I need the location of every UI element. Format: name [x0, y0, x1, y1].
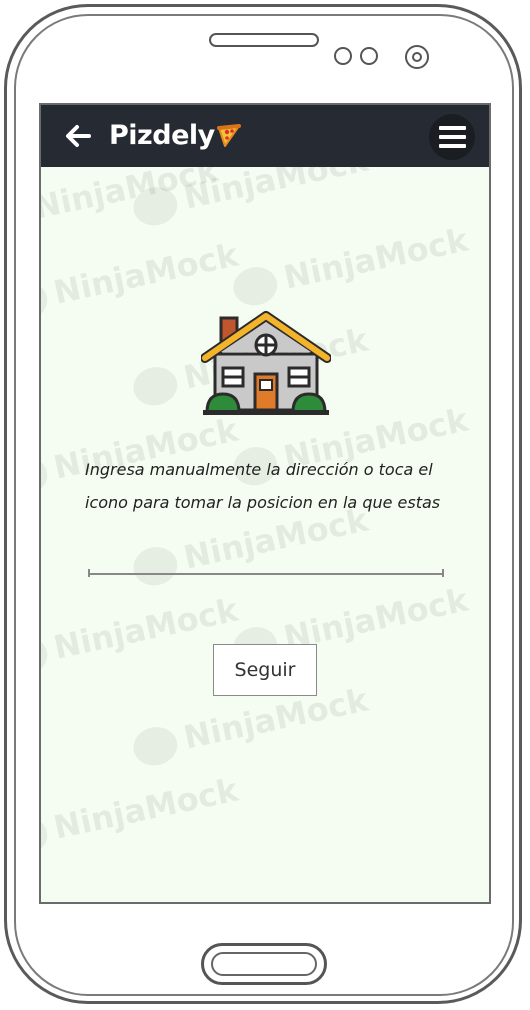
- menu-bar: [439, 144, 466, 148]
- device-home-button[interactable]: [201, 943, 327, 985]
- light-sensor: [360, 47, 378, 65]
- input-underline-cap: [442, 569, 444, 577]
- continue-button[interactable]: Seguir: [213, 644, 317, 696]
- ninja-logo-icon: [41, 633, 51, 680]
- watermark: NinjaMock: [229, 221, 471, 310]
- app-header: Pizdely: [41, 105, 489, 167]
- device-stage: NinjaMock NinjaMock NinjaMock NinjaMock …: [0, 0, 530, 1010]
- brand-name: Pizdely: [109, 119, 215, 151]
- ninja-logo-icon: [129, 723, 181, 770]
- front-camera-icon: [405, 45, 429, 69]
- house-icon[interactable]: [201, 310, 331, 420]
- ninja-logo-icon: [229, 263, 281, 310]
- menu-bar: [439, 126, 466, 130]
- ninja-logo-icon: [41, 813, 51, 860]
- address-input[interactable]: [89, 545, 443, 575]
- watermark: NinjaMock: [41, 591, 242, 680]
- input-underline-cap: [88, 569, 90, 577]
- proximity-sensor: [334, 47, 352, 65]
- earpiece-speaker: [209, 33, 319, 47]
- ninja-logo-icon: [129, 363, 181, 410]
- pizza-slice-icon: [216, 124, 241, 147]
- ninja-logo-icon: [41, 278, 51, 325]
- ninja-logo-icon: [129, 183, 181, 230]
- app-screen: NinjaMock NinjaMock NinjaMock NinjaMock …: [39, 103, 491, 904]
- instruction-line-1: Ingresa manualmente la dirección o toca …: [85, 460, 433, 479]
- ninja-logo-icon: [41, 453, 51, 500]
- watermark: NinjaMock: [41, 771, 242, 860]
- instruction-line-2: icono para tomar la posicion en la que e…: [85, 493, 441, 512]
- hamburger-menu-icon[interactable]: [429, 114, 475, 160]
- brand-logo: Pizdely: [109, 113, 242, 157]
- menu-bar: [439, 135, 466, 139]
- instruction-text: Ingresa manualmente la dirección o toca …: [85, 453, 465, 519]
- arrow-left-icon[interactable]: [63, 121, 93, 151]
